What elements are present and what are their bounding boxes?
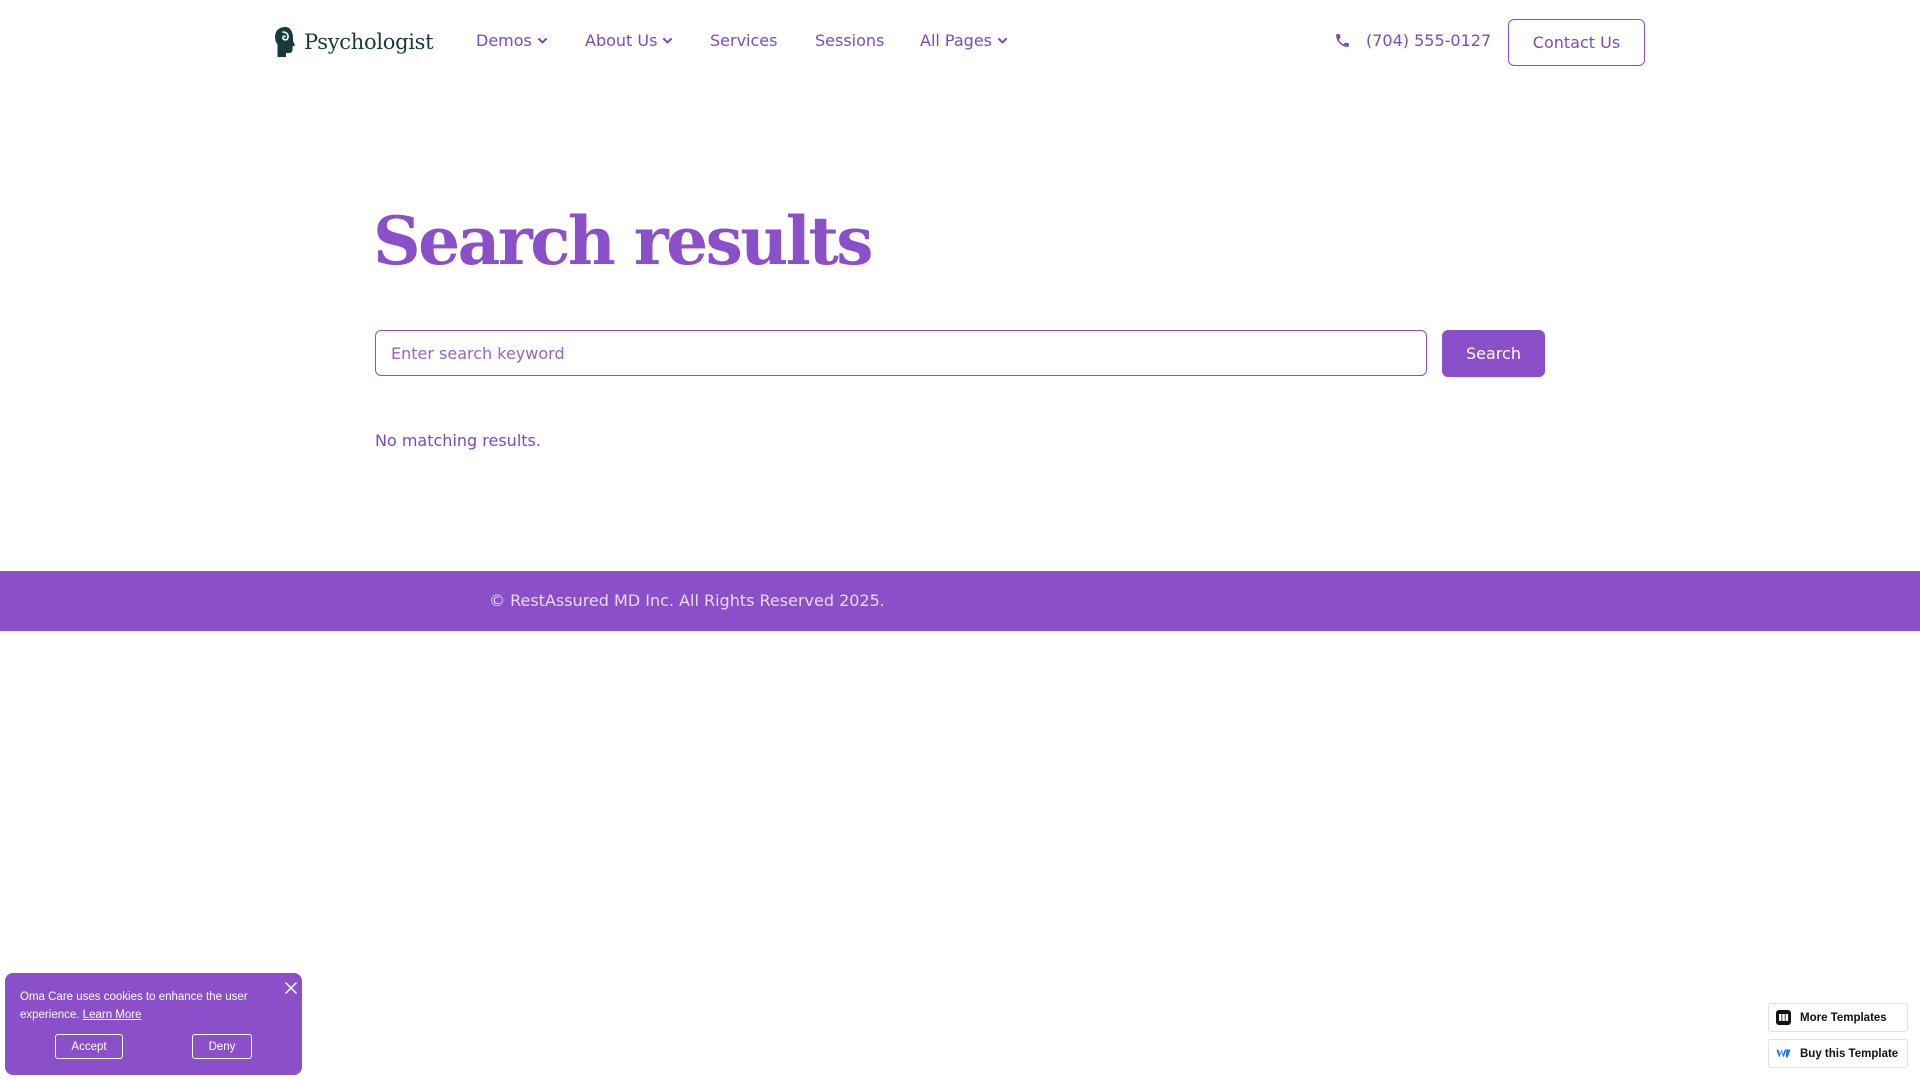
nav-item-all-pages[interactable]: All Pages: [920, 31, 1007, 50]
search-input[interactable]: [375, 330, 1427, 376]
site-logo[interactable]: Psychologist: [274, 26, 434, 58]
site-footer: © RestAssured MD Inc. All Rights Reserve…: [0, 571, 1920, 631]
nav-item-about-us[interactable]: About Us: [585, 31, 673, 50]
template-grid-icon: [1776, 1010, 1791, 1025]
nav-item-sessions[interactable]: Sessions: [815, 31, 884, 50]
cookie-accept-button[interactable]: Accept: [55, 1034, 123, 1059]
learn-more-link[interactable]: Learn More: [83, 1009, 142, 1021]
close-icon[interactable]: [284, 981, 298, 995]
more-templates-badge[interactable]: More Templates: [1768, 1003, 1908, 1032]
more-templates-label: More Templates: [1800, 1011, 1887, 1024]
cookie-banner: Oma Care uses cookies to enhance the use…: [5, 973, 302, 1075]
no-results-message: No matching results.: [375, 431, 541, 450]
head-silhouette-icon: [275, 27, 295, 57]
nav-label: All Pages: [920, 31, 992, 50]
copyright-text: © RestAssured MD Inc. All Rights Reserve…: [489, 591, 885, 610]
nav-label: Services: [710, 31, 778, 50]
webflow-logo-icon: [1776, 1049, 1791, 1058]
cookie-message: Oma Care uses cookies to enhance the use…: [20, 988, 275, 1024]
buy-template-label: Buy this Template: [1800, 1047, 1899, 1060]
chevron-down-icon: [998, 37, 1007, 43]
nav-label: Demos: [476, 31, 532, 50]
logo-text: Psychologist: [304, 30, 434, 54]
nav-label: About Us: [585, 31, 658, 50]
phone-link[interactable]: (704) 555-0127: [1334, 31, 1491, 50]
chevron-down-icon: [537, 37, 547, 43]
buy-template-badge[interactable]: Buy this Template: [1768, 1039, 1908, 1068]
cookie-deny-button[interactable]: Deny: [192, 1034, 252, 1059]
nav-item-services[interactable]: Services: [710, 31, 777, 50]
page-title: Search results: [373, 202, 873, 280]
nav-item-demos[interactable]: Demos: [476, 31, 547, 50]
contact-us-button[interactable]: Contact Us: [1508, 19, 1645, 66]
phone-number: (704) 555-0127: [1366, 31, 1492, 50]
search-button[interactable]: Search: [1442, 330, 1545, 377]
nav-label: Sessions: [815, 31, 885, 50]
chevron-down-icon: [663, 37, 673, 43]
phone-icon: [1336, 34, 1349, 47]
site-header: Psychologist Demos About Us Services Ses…: [0, 0, 1920, 84]
